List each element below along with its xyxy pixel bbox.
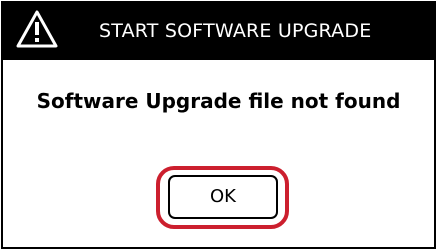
dialog-message: Software Upgrade file not found (36, 89, 401, 113)
dialog-title: START SOFTWARE UPGRADE (99, 20, 372, 42)
dialog-titlebar: START SOFTWARE UPGRADE (3, 3, 434, 60)
ok-button[interactable]: OK (168, 175, 278, 219)
upgrade-dialog: START SOFTWARE UPGRADE Software Upgrade … (1, 1, 436, 249)
warning-triangle-icon (16, 10, 58, 48)
